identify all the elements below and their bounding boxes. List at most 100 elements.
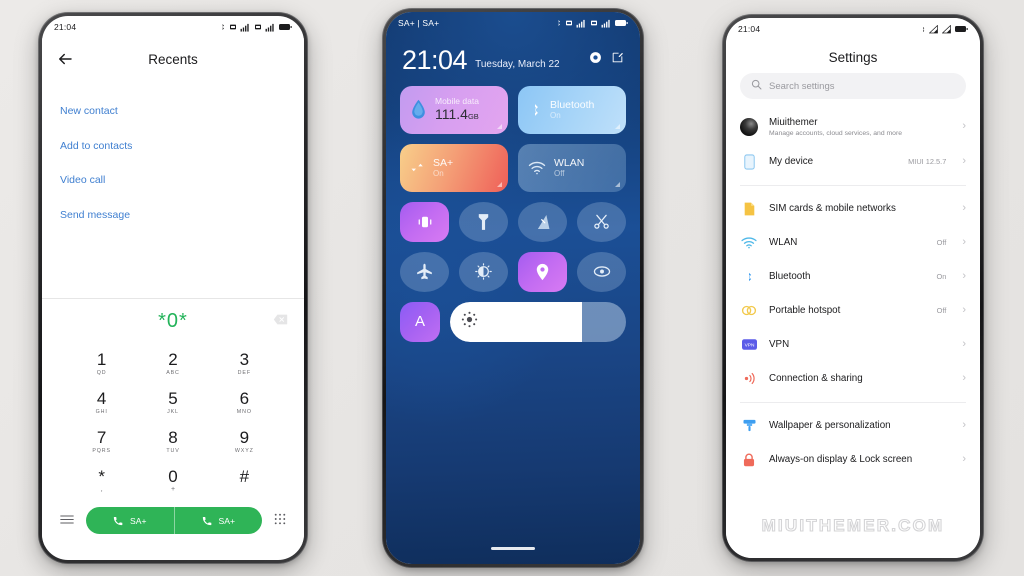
sim1-icon [566,20,572,26]
expand-corner-icon[interactable] [615,123,620,129]
dial-key-8[interactable]: 8 TUV [137,423,208,460]
row-text: VPN [769,339,935,351]
dialed-number: *0* [158,309,188,332]
settings-row-connection-sharing[interactable]: Connection & sharing › [726,362,980,396]
hamburger-icon[interactable] [60,512,74,530]
quick-toggle-dark-mode[interactable] [459,251,508,292]
action-new-contact[interactable]: New contact [60,98,304,133]
action-send-message[interactable]: Send message [60,202,304,237]
quick-toggle-screenshot[interactable] [518,201,567,242]
dial-key-star[interactable]: *, [66,462,137,500]
expand-corner-icon[interactable] [615,181,620,187]
chevron-right-icon: › [962,338,966,351]
page-title: Recents [148,51,198,67]
key-number: 8 [168,427,178,447]
lock-icon [740,452,758,468]
account-desc: Manage accounts, cloud services, and mor… [769,129,902,137]
sim2-icon [591,20,597,26]
expand-corner-icon[interactable] [497,181,502,187]
search-input[interactable]: Search settings [740,73,966,99]
settings-row-account[interactable]: Miuithemer Manage accounts, cloud servic… [726,109,980,145]
brightness-row: A [400,301,626,342]
backspace-icon[interactable] [273,312,288,330]
connection-sharing-icon [740,371,758,386]
auto-brightness-icon[interactable]: A [400,301,440,342]
settings-row-bluetooth[interactable]: Bluetooth On › [726,260,980,294]
quick-tile-mobile-data[interactable]: Mobile data 111.4GB [400,85,508,134]
action-video-call[interactable]: Video call [60,167,304,202]
dialpad-bottom-bar: SA+ SA+ [42,501,304,546]
action-add-to-contacts[interactable]: Add to contacts [60,133,304,168]
phone-icon [113,516,123,526]
signal-icon [929,24,938,33]
dial-key-9[interactable]: 9 WXYZ [209,423,280,460]
quick-toggle-airplane-mode[interactable] [400,251,449,292]
key-letters: , [100,486,103,494]
settings-row-always-on-display[interactable]: Always-on display & Lock screen › [726,443,980,477]
settings-row-wallpaper[interactable]: Wallpaper & personalization › [726,409,980,443]
signal-4g-icon [265,23,274,32]
quick-toggle-screen-record[interactable] [577,201,626,242]
wifi-icon [528,161,546,175]
phone-icon [202,516,211,526]
key-letters: QD [96,369,107,376]
settings-row-portable-hotspot[interactable]: Portable hotspot Off › [726,294,980,328]
dial-key-3[interactable]: 3 DEF [209,345,280,382]
settings-row-wlan[interactable]: WLAN Off › [726,226,980,260]
account-name: Miuithemer [769,117,818,128]
chevron-right-icon: › [962,419,966,432]
dial-key-1[interactable]: 1 QD [66,345,137,382]
quick-toggle-vibrate[interactable] [400,201,449,242]
row-text: Portable hotspot [769,305,926,317]
quick-tile-sa-plus[interactable]: SA+ On [400,143,508,192]
chevron-right-icon: › [962,236,966,249]
dial-key-hash[interactable]: # [209,462,280,500]
clock-date: Tuesday, March 22 [475,58,560,70]
avatar [740,117,758,136]
dial-key-7[interactable]: 7 PQRS [66,423,137,460]
call-button-label: SA+ [218,515,235,526]
key-number: 9 [239,427,250,447]
screenshot-icon [537,214,550,229]
chevron-right-icon: › [962,453,966,466]
header-icons [589,51,624,74]
key-letters: JKL [167,408,179,415]
phone-control-center-mockup: SA+ | SA+ 21:04 Tuesday, March 22 Mobile… [382,8,644,568]
quick-toggle-reading-mode[interactable] [577,251,626,292]
edit-icon[interactable] [611,51,624,69]
settings-gear-icon[interactable] [589,51,602,69]
quick-tile-wlan[interactable]: WLAN Off [518,143,626,192]
dial-key-2[interactable]: 2 ABC [137,345,208,382]
dialpad-keys: 1 QD 2 ABC 3 DEF 4 GHI 5 JKL 6 MNO 7 PQRS 8 TUV … [42,339,304,501]
row-label: Always-on display & Lock screen [769,453,913,465]
signal-4g-icon [576,19,585,28]
quick-toggle-flashlight[interactable] [459,201,508,242]
row-text: SIM cards & mobile networks [769,203,935,215]
dial-key-4[interactable]: 4 GHI [66,384,137,421]
quick-toggle-location[interactable] [518,251,567,292]
key-number: 4 [96,388,107,408]
call-button-sim2[interactable]: SA+ [173,507,263,535]
phone-device-icon [740,154,758,170]
keypad-icon[interactable] [274,512,286,530]
settings-row-sim-cards[interactable]: SIM cards & mobile networks › [726,192,980,226]
key-letters: WXYZ [234,447,254,454]
home-indicator[interactable] [491,547,535,550]
dial-key-0[interactable]: 0 + [137,462,208,500]
tile-text: SA+ On [433,157,453,178]
settings-row-my-device[interactable]: My device MIUI 12.5.7 › [726,145,980,179]
dial-key-5[interactable]: 5 JKL [137,384,208,421]
expand-corner-icon[interactable] [497,123,502,129]
tile-state: On [433,169,444,179]
quick-tile-bluetooth[interactable]: Bluetooth On [518,85,626,134]
brightness-slider[interactable] [450,301,626,342]
key-letters: GHI [95,408,108,415]
divider [740,184,966,186]
recents-action-list: New contact Add to contacts Video call S… [42,80,304,236]
search-icon [751,77,762,95]
call-button-sim1[interactable]: SA+ [86,507,174,534]
row-label: Wallpaper & personalization [769,419,891,431]
signal-icon [942,24,951,33]
dial-key-6[interactable]: 6 MNO [209,384,280,421]
settings-row-vpn[interactable]: VPN VPN › [726,328,980,362]
